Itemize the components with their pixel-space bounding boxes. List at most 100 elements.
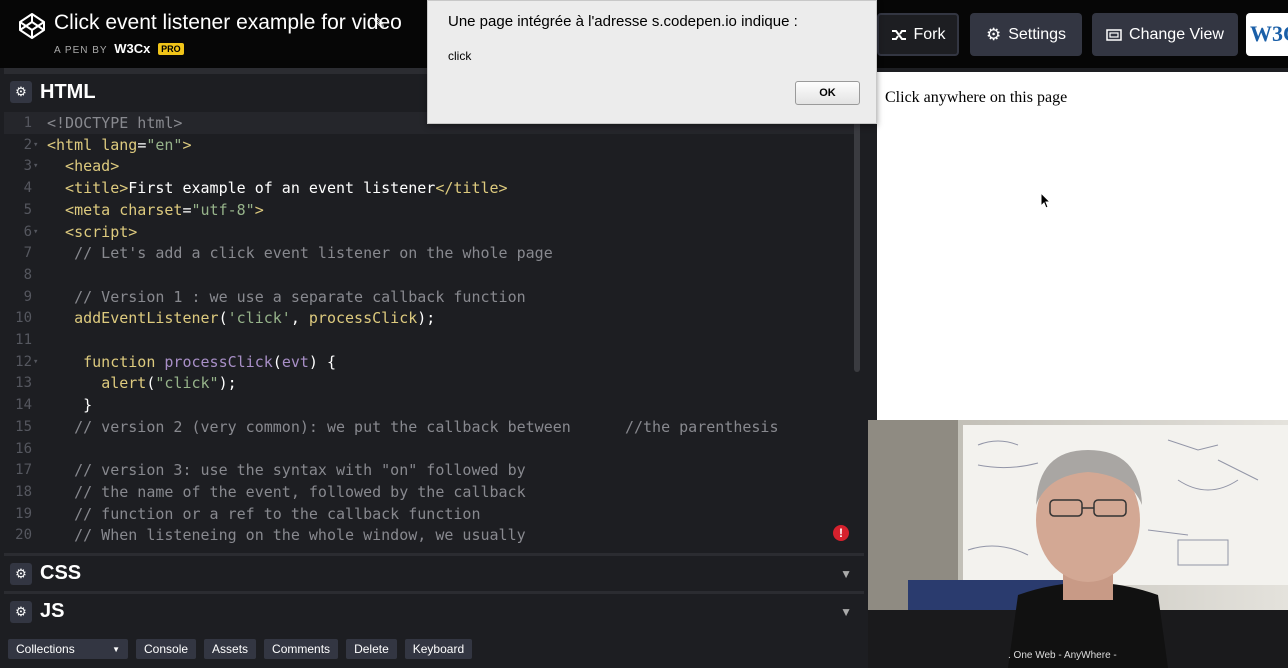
code-text: // Let's add a click event listener on t… <box>47 242 553 264</box>
code-token: = <box>182 200 192 219</box>
code-token: <title> <box>47 179 129 198</box>
code-line[interactable]: 5 <meta charset="utf-8"> <box>4 199 854 221</box>
css-panel-label: CSS <box>40 562 82 584</box>
code-token: // version 3: use the syntax with "on" f… <box>47 461 526 480</box>
pro-badge: PRO <box>158 43 184 55</box>
code-text: function processClick(evt) { <box>47 351 336 373</box>
html-settings-gear-icon[interactable]: ⚙ <box>10 81 32 103</box>
code-line[interactable]: 16 <box>4 438 854 460</box>
code-line[interactable]: 2 ▾ <html lang="en"> <box>4 134 854 156</box>
code-line[interactable]: 10 addEventListener('click', processClic… <box>4 307 854 329</box>
code-token: > <box>254 200 264 219</box>
html-code-editor[interactable]: 1 <!DOCTYPE html> 2 ▾ <html lang="en"> 3 ▾ <he… <box>4 112 864 553</box>
code-token: function <box>83 352 165 371</box>
line-number: 18 <box>15 483 32 500</box>
edit-pencil-icon[interactable]: ✎ <box>373 14 386 32</box>
code-token: // Version 1 : we use a separate callbac… <box>47 287 526 306</box>
delete-button[interactable]: Delete <box>346 639 397 659</box>
dropdown-arrow-icon: ▼ <box>112 644 120 654</box>
code-text: <head> <box>47 155 119 177</box>
code-line[interactable]: 19 // function or a ref to the callback … <box>4 503 854 525</box>
code-text: addEventListener('click', processClick); <box>47 307 435 329</box>
result-preview[interactable]: Click anywhere on this page <box>877 72 1288 420</box>
code-token: "en" <box>146 135 183 154</box>
change-view-button[interactable]: Change View <box>1092 13 1238 56</box>
fork-icon <box>891 29 906 40</box>
code-line[interactable]: 8 <box>4 264 854 286</box>
code-line[interactable]: 20 // When listeneing on the whole windo… <box>4 524 854 546</box>
code-scrollbar[interactable] <box>854 112 860 372</box>
gear-icon: ⚙ <box>985 24 1002 44</box>
code-line[interactable]: 18 // the name of the event, followed by… <box>4 481 854 503</box>
comments-button[interactable]: Comments <box>264 639 339 659</box>
code-line[interactable]: 13 alert("click"); <box>4 372 854 394</box>
line-number: 16 <box>15 440 32 457</box>
error-indicator-icon[interactable]: ! <box>833 525 849 541</box>
js-panel-label: JS <box>40 600 65 622</box>
alert-dialog: Une page intégrée à l'adresse s.codepen.… <box>427 0 877 124</box>
code-line[interactable]: 4 <title>First example of an event liste… <box>4 177 854 199</box>
codepen-window: Click event listener example for video ✎… <box>0 0 1288 668</box>
code-line[interactable]: 15 // version 2 (very common): we put th… <box>4 416 854 438</box>
fold-arrow-icon[interactable]: ▾ <box>33 155 38 177</box>
code-token: evt <box>281 352 309 371</box>
code-token: ); <box>417 309 436 328</box>
code-line[interactable]: 12 ▾ function processClick(evt) { <box>4 351 854 373</box>
code-token: <head> <box>47 157 120 176</box>
js-panel-header[interactable]: ⚙ JS ▼ <box>4 594 864 629</box>
js-chevron-down-icon[interactable]: ▼ <box>840 605 852 619</box>
css-chevron-down-icon[interactable]: ▼ <box>840 567 852 581</box>
code-text: } <box>47 394 92 416</box>
console-button[interactable]: Console <box>136 639 197 659</box>
code-token: ( <box>218 309 228 328</box>
code-line[interactable]: 17 // version 3: use the syntax with "on… <box>4 459 854 481</box>
code-text: // Version 1 : we use a separate callbac… <box>47 286 526 308</box>
code-line[interactable]: 3 ▾ <head> <box>4 155 854 177</box>
collections-label: Collections <box>16 642 75 656</box>
code-text: <title>First example of an event listene… <box>47 177 508 199</box>
line-number: 13 <box>15 375 32 392</box>
by-prefix: A PEN BY <box>54 45 108 56</box>
shirt-text: . One Web - AnyWhere - <box>1008 650 1117 661</box>
code-token: 'click' <box>227 309 291 328</box>
webcam-video: . One Web - AnyWhere - <box>868 420 1288 668</box>
code-token: First example of an event listener <box>128 179 436 198</box>
code-token: <html <box>47 135 102 154</box>
code-token: processClick <box>308 309 418 328</box>
code-line[interactable]: 11 <box>4 329 854 351</box>
fold-arrow-icon[interactable]: ▾ <box>33 221 38 243</box>
alert-message: click <box>448 49 472 63</box>
code-text: <meta charset="utf-8"> <box>47 199 264 221</box>
code-token: ( <box>272 352 282 371</box>
css-panel-header[interactable]: ⚙ CSS ▼ <box>4 556 864 591</box>
code-token: charset <box>119 200 183 219</box>
collections-dropdown[interactable]: Collections ▼ <box>8 639 128 659</box>
assets-button[interactable]: Assets <box>204 639 257 659</box>
codepen-logo-icon[interactable] <box>18 12 46 40</box>
author-link[interactable]: W3Cx <box>114 41 150 56</box>
pen-title[interactable]: Click event listener example for video <box>54 11 402 35</box>
code-token: // function or a ref to the callback fun… <box>47 504 481 523</box>
keyboard-button[interactable]: Keyboard <box>404 639 473 659</box>
settings-button[interactable]: ⚙ Settings <box>970 13 1082 56</box>
code-token: // the name of the event, followed by th… <box>47 482 526 501</box>
fork-button[interactable]: Fork <box>877 13 959 56</box>
w3cx-avatar[interactable]: W3Cx <box>1246 13 1288 56</box>
code-line[interactable]: 7 // Let's add a click event listener on… <box>4 242 854 264</box>
code-token: , <box>290 309 309 328</box>
code-line[interactable]: 14 } <box>4 394 854 416</box>
mouse-pointer-icon <box>1040 192 1052 209</box>
js-settings-gear-icon[interactable]: ⚙ <box>10 600 32 623</box>
alert-ok-button[interactable]: OK <box>795 81 860 105</box>
line-number: 19 <box>15 505 32 522</box>
code-token: <!DOCTYPE html> <box>47 114 183 132</box>
code-token: > <box>182 135 192 154</box>
fold-arrow-icon[interactable]: ▾ <box>33 351 38 373</box>
css-settings-gear-icon[interactable]: ⚙ <box>10 562 32 585</box>
fold-arrow-icon[interactable]: ▾ <box>33 134 38 156</box>
code-line[interactable]: 6 ▾ <script> <box>4 221 854 243</box>
code-token: "click" <box>155 374 219 393</box>
code-line[interactable]: 9 // Version 1 : we use a separate callb… <box>4 286 854 308</box>
